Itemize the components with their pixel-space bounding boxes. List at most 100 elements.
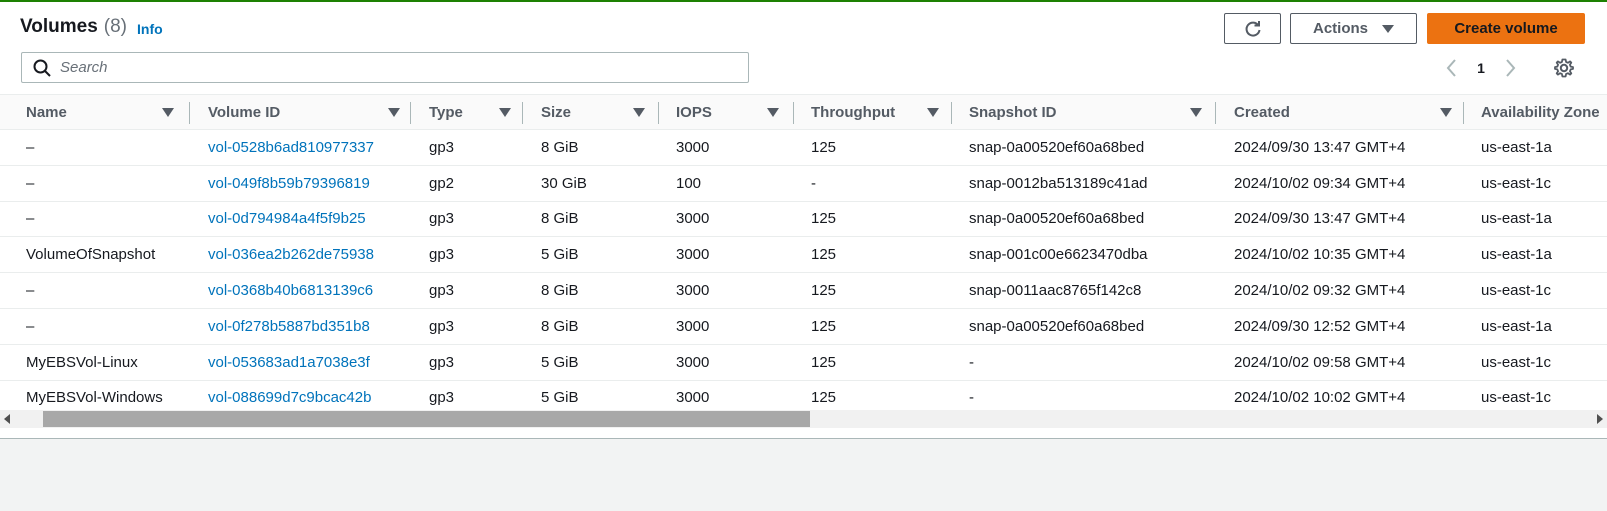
column-header-type[interactable]: Type bbox=[411, 94, 523, 130]
cell-iops: 3000 bbox=[659, 129, 794, 166]
horizontal-scrollbar[interactable] bbox=[0, 410, 1607, 428]
page-title: Volumes bbox=[20, 16, 98, 37]
cell-throughput: 125 bbox=[794, 129, 952, 166]
cell-availability-zone: us-east-1a bbox=[1464, 308, 1607, 345]
cell-iops: 100 bbox=[659, 165, 794, 202]
create-volume-button[interactable]: Create volume bbox=[1427, 13, 1585, 44]
scrollbar-thumb[interactable] bbox=[43, 411, 810, 427]
volumes-table-container: Name Volume ID Type Size IOPS Throughput… bbox=[0, 94, 1607, 416]
cell-throughput: 125 bbox=[794, 308, 952, 345]
cell-volume-id-link[interactable]: vol-053683ad1a7038e3f bbox=[190, 344, 411, 381]
table-row[interactable]: – vol-0f278b5887bd351b8 gp3 8 GiB 3000 1… bbox=[0, 308, 1607, 345]
column-header-label: Name bbox=[26, 103, 67, 121]
cell-type: gp2 bbox=[411, 165, 523, 202]
cell-size: 5 GiB bbox=[523, 344, 659, 381]
cell-size: 8 GiB bbox=[523, 308, 659, 345]
cell-name: – bbox=[0, 165, 190, 202]
caret-down-icon bbox=[1382, 24, 1394, 33]
cell-availability-zone: us-east-1c bbox=[1464, 272, 1607, 309]
column-header-label: IOPS bbox=[676, 103, 712, 121]
cell-volume-id-link[interactable]: vol-0528b6ad810977337 bbox=[190, 129, 411, 166]
cell-snapshot-id: snap-0a00520ef60a68bed bbox=[952, 129, 1216, 166]
column-header-label: Throughput bbox=[811, 103, 896, 121]
table-row[interactable]: – vol-049f8b59b79396819 gp2 30 GiB 100 -… bbox=[0, 165, 1607, 202]
cell-throughput: 125 bbox=[794, 236, 952, 274]
info-link[interactable]: Info bbox=[137, 21, 163, 37]
column-header-created[interactable]: Created bbox=[1216, 94, 1464, 130]
chevron-left-icon[interactable] bbox=[1443, 57, 1461, 79]
cell-volume-id-link[interactable]: vol-0f278b5887bd351b8 bbox=[190, 308, 411, 345]
column-header-volume-id[interactable]: Volume ID bbox=[190, 94, 411, 130]
volumes-panel: Volumes (8) Info Actions Create volume 1 bbox=[0, 2, 1607, 439]
sort-caret-icon[interactable] bbox=[162, 108, 174, 117]
refresh-button[interactable] bbox=[1224, 13, 1281, 44]
sort-caret-icon[interactable] bbox=[1190, 108, 1202, 117]
cell-snapshot-id: - bbox=[952, 344, 1216, 381]
chevron-right-icon[interactable] bbox=[1501, 57, 1519, 79]
column-header-size[interactable]: Size bbox=[523, 94, 659, 130]
table-row[interactable]: VolumeOfSnapshot vol-036ea2b262de75938 g… bbox=[0, 236, 1607, 274]
cell-throughput: - bbox=[794, 165, 952, 202]
volume-count: (8) bbox=[103, 16, 128, 37]
table-header-row: Name Volume ID Type Size IOPS Throughput… bbox=[0, 94, 1607, 130]
column-header-snapshot-id[interactable]: Snapshot ID bbox=[952, 94, 1216, 130]
sort-caret-icon[interactable] bbox=[633, 108, 645, 117]
cell-volume-id-link[interactable]: vol-036ea2b262de75938 bbox=[190, 236, 411, 274]
sort-caret-icon[interactable] bbox=[927, 108, 939, 117]
search-input[interactable] bbox=[60, 59, 740, 76]
column-header-label: Type bbox=[429, 103, 463, 121]
cell-type: gp3 bbox=[411, 129, 523, 166]
cell-name: – bbox=[0, 308, 190, 345]
cell-created: 2024/09/30 13:47 GMT+4 bbox=[1216, 201, 1464, 238]
gear-icon[interactable] bbox=[1553, 57, 1575, 79]
actions-dropdown-button[interactable]: Actions bbox=[1290, 13, 1417, 44]
cell-iops: 3000 bbox=[659, 201, 794, 238]
cell-availability-zone: us-east-1c bbox=[1464, 165, 1607, 202]
table-body: – vol-0528b6ad810977337 gp3 8 GiB 3000 1… bbox=[0, 129, 1607, 416]
cell-volume-id-link[interactable]: vol-0368b40b6813139c6 bbox=[190, 272, 411, 309]
panel-header: Volumes (8) Info bbox=[20, 12, 163, 42]
cell-iops: 3000 bbox=[659, 272, 794, 309]
cell-type: gp3 bbox=[411, 201, 523, 238]
cell-type: gp3 bbox=[411, 308, 523, 345]
table-row[interactable]: – vol-0528b6ad810977337 gp3 8 GiB 3000 1… bbox=[0, 129, 1607, 166]
cell-size: 8 GiB bbox=[523, 201, 659, 238]
table-row[interactable]: – vol-0d794984a4f5f9b25 gp3 8 GiB 3000 1… bbox=[0, 201, 1607, 238]
search-box bbox=[21, 52, 749, 83]
cell-iops: 3000 bbox=[659, 236, 794, 274]
sort-caret-icon[interactable] bbox=[767, 108, 779, 117]
table-row[interactable]: MyEBSVol-Linux vol-053683ad1a7038e3f gp3… bbox=[0, 344, 1607, 381]
pagination: 1 bbox=[1443, 56, 1519, 80]
scroll-left-arrow-icon[interactable] bbox=[4, 414, 10, 424]
column-header-label: Snapshot ID bbox=[969, 103, 1057, 121]
cell-volume-id-link[interactable]: vol-049f8b59b79396819 bbox=[190, 165, 411, 202]
sort-caret-icon[interactable] bbox=[499, 108, 511, 117]
table-row[interactable]: – vol-0368b40b6813139c6 gp3 8 GiB 3000 1… bbox=[0, 272, 1607, 309]
sort-caret-icon[interactable] bbox=[388, 108, 400, 117]
cell-size: 8 GiB bbox=[523, 129, 659, 166]
actions-label: Actions bbox=[1312, 20, 1368, 37]
cell-iops: 3000 bbox=[659, 308, 794, 345]
scroll-right-arrow-icon[interactable] bbox=[1597, 414, 1603, 424]
search-icon bbox=[33, 59, 51, 77]
column-header-iops[interactable]: IOPS bbox=[659, 94, 794, 130]
column-header-label: Volume ID bbox=[208, 103, 281, 121]
column-header-throughput[interactable]: Throughput bbox=[794, 94, 952, 130]
cell-throughput: 125 bbox=[794, 201, 952, 238]
column-header-availability-zone[interactable]: Availability Zone bbox=[1464, 94, 1607, 130]
cell-created: 2024/10/02 09:32 GMT+4 bbox=[1216, 272, 1464, 309]
column-header-name[interactable]: Name bbox=[0, 94, 190, 130]
cell-availability-zone: us-east-1a bbox=[1464, 201, 1607, 238]
cell-snapshot-id: snap-0011aac8765f142c8 bbox=[952, 272, 1216, 309]
current-page-number[interactable]: 1 bbox=[1461, 60, 1501, 76]
sort-caret-icon[interactable] bbox=[1440, 108, 1452, 117]
cell-volume-id-link[interactable]: vol-0d794984a4f5f9b25 bbox=[190, 201, 411, 238]
cell-availability-zone: us-east-1a bbox=[1464, 236, 1607, 274]
cell-size: 30 GiB bbox=[523, 165, 659, 202]
cell-created: 2024/09/30 13:47 GMT+4 bbox=[1216, 129, 1464, 166]
cell-type: gp3 bbox=[411, 236, 523, 274]
cell-throughput: 125 bbox=[794, 344, 952, 381]
cell-name: – bbox=[0, 201, 190, 238]
volumes-table: Name Volume ID Type Size IOPS Throughput… bbox=[0, 94, 1607, 416]
cell-size: 5 GiB bbox=[523, 236, 659, 274]
